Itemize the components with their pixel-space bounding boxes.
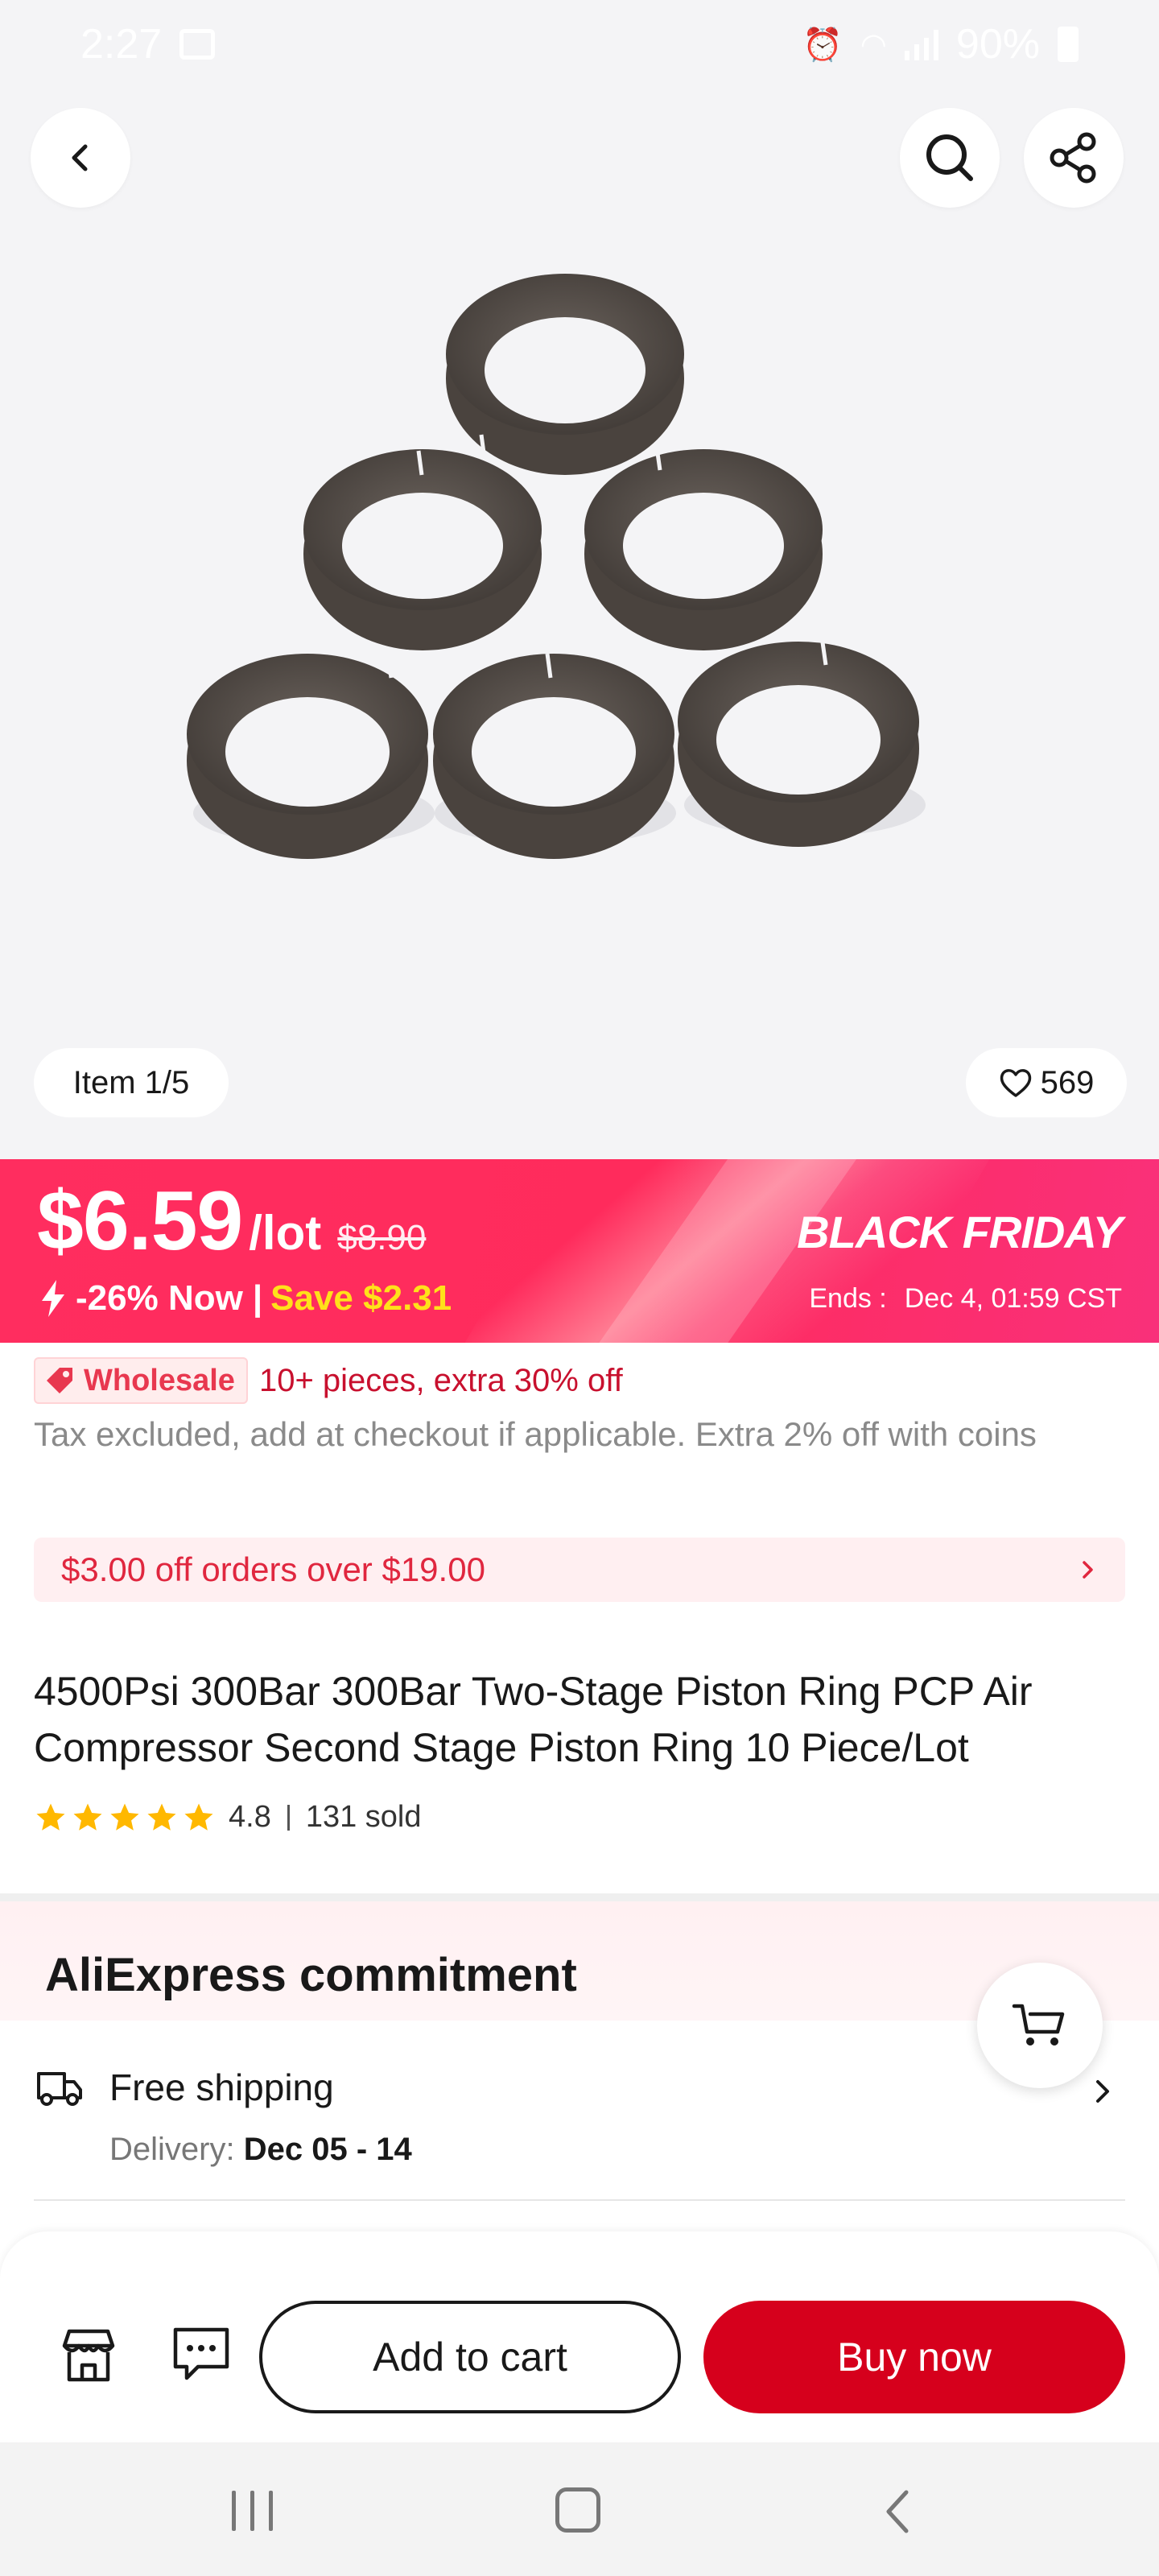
wholesale-text: 10+ pieces, extra 30% off [258, 1362, 623, 1398]
wishlist-count: 569 [1040, 1064, 1095, 1100]
wholesale-label: Wholesale [84, 1363, 235, 1397]
rating-divider [287, 1804, 290, 1831]
promo-ends-label: Ends : [809, 1283, 887, 1314]
price-unit: /lot [249, 1206, 322, 1260]
chevron-right-icon [1096, 2080, 1109, 2103]
tax-note: Tax excluded, add at checkout if applica… [34, 1415, 1037, 1453]
store-icon[interactable] [58, 2326, 119, 2384]
product-image-gallery[interactable]: Item 1/5 569 [0, 0, 1159, 1159]
home-button[interactable] [555, 2487, 600, 2533]
discount-separator: | [252, 1278, 263, 1318]
image-counter: Item 1/5 [34, 1048, 229, 1117]
coupon-text: $3.00 off orders over $19.00 [61, 1550, 485, 1588]
star-icon [147, 1803, 176, 1831]
product-title: 4500Psi 300Bar 300Bar Two-Stage Piston R… [34, 1669, 1033, 1770]
wholesale-row[interactable]: Wholesale 10+ pieces, extra 30% off [34, 1357, 623, 1404]
wholesale-badge: Wholesale [34, 1357, 248, 1404]
back-button[interactable] [31, 108, 130, 208]
section-divider [0, 1893, 1159, 1901]
share-button[interactable] [1024, 108, 1124, 208]
flash-icon [42, 1280, 64, 1317]
system-nav-bar [0, 2442, 1159, 2576]
commitment-title: AliExpress commitment [45, 1949, 577, 2001]
promo-ends: Ends : Dec 4, 01:59 CST [809, 1283, 1122, 1315]
floating-cart-button[interactable] [977, 1963, 1103, 2088]
signal-icon [904, 28, 938, 60]
notification-icon [179, 29, 216, 60]
share-icon [1050, 132, 1096, 184]
heart-icon [1000, 1069, 1031, 1097]
discount-row: -26% Now | Save $2.31 [37, 1278, 452, 1319]
system-back-icon[interactable] [882, 2487, 914, 2536]
bottom-action-bar: Add to cart Buy now [0, 2231, 1159, 2442]
buy-now-button[interactable]: Buy now [703, 2301, 1125, 2413]
wifi-icon: ◠ [860, 27, 887, 62]
rating-stars [34, 1801, 216, 1835]
wishlist-button[interactable]: 569 [966, 1048, 1127, 1117]
price-banner: $6.59 /lot $8.90 -26% Now | Save $2.31 B… [0, 1159, 1159, 1343]
chevron-right-icon [1083, 1561, 1093, 1579]
search-icon [926, 134, 973, 181]
add-to-cart-button[interactable]: Add to cart [259, 2301, 681, 2413]
recents-button[interactable] [232, 2491, 273, 2531]
alarm-icon: ⏰ [802, 27, 843, 63]
coupon-bar[interactable]: $3.00 off orders over $19.00 [34, 1538, 1125, 1602]
sold-count: 131 sold [305, 1800, 422, 1834]
status-time: 2:27 [80, 21, 163, 68]
star-icon [184, 1803, 213, 1831]
shipping-title: Free shipping [109, 2066, 334, 2108]
shipping-row[interactable]: Free shipping Delivery: Dec 05 - 14 [0, 2037, 1159, 2198]
original-price: $8.90 [337, 1218, 427, 1257]
wholesale-tag-icon [47, 1368, 72, 1393]
delivery-dates: Dec 05 - 14 [243, 2132, 412, 2167]
cart-icon [1012, 2004, 1065, 2046]
price-block: $6.59 /lot $8.90 [37, 1174, 426, 1269]
rating-row[interactable]: 4.8 131 sold [34, 1800, 422, 1835]
status-bar: 2:27 ⏰ ◠ 90% [0, 0, 1159, 89]
promo-title: BLACK FRIDAY [797, 1207, 1123, 1257]
discount-text: -26% Now [76, 1278, 243, 1318]
delivery-label: Delivery: [109, 2132, 235, 2167]
star-icon [36, 1803, 65, 1831]
truck-icon [37, 2072, 82, 2106]
battery-icon [1058, 27, 1079, 62]
star-icon [73, 1803, 102, 1831]
save-amount: Save $2.31 [270, 1278, 452, 1318]
star-icon [110, 1803, 139, 1831]
row-divider [34, 2199, 1125, 2201]
back-arrow-icon [72, 144, 88, 171]
chat-icon[interactable] [171, 2325, 232, 2383]
search-button[interactable] [900, 108, 1000, 208]
battery-level: 90% [955, 21, 1040, 68]
current-price: $6.59 [37, 1174, 243, 1268]
delivery-info: Delivery: Dec 05 - 14 [109, 2132, 412, 2168]
promo-ends-value: Dec 4, 01:59 CST [904, 1283, 1122, 1314]
rating-value: 4.8 [229, 1800, 271, 1834]
